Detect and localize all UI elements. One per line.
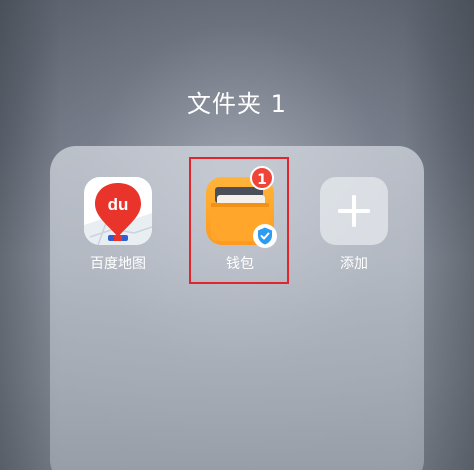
add-app-icon xyxy=(320,177,388,245)
app-baidu-map[interactable]: du 百度地图 xyxy=(70,177,166,277)
highlight-box xyxy=(189,157,289,284)
baidu-map-icon: du xyxy=(84,177,152,245)
folder-title[interactable]: 文件夹 1 xyxy=(0,84,474,119)
app-label: 添加 xyxy=(340,256,368,272)
app-add[interactable]: 添加 xyxy=(306,177,402,277)
baidu-logo-text: du xyxy=(108,195,129,214)
plus-icon xyxy=(338,195,370,227)
app-label: 百度地图 xyxy=(90,256,146,272)
home-screen: 文件夹 1 du 百度地图 钱包 1 添加 xyxy=(0,0,474,470)
